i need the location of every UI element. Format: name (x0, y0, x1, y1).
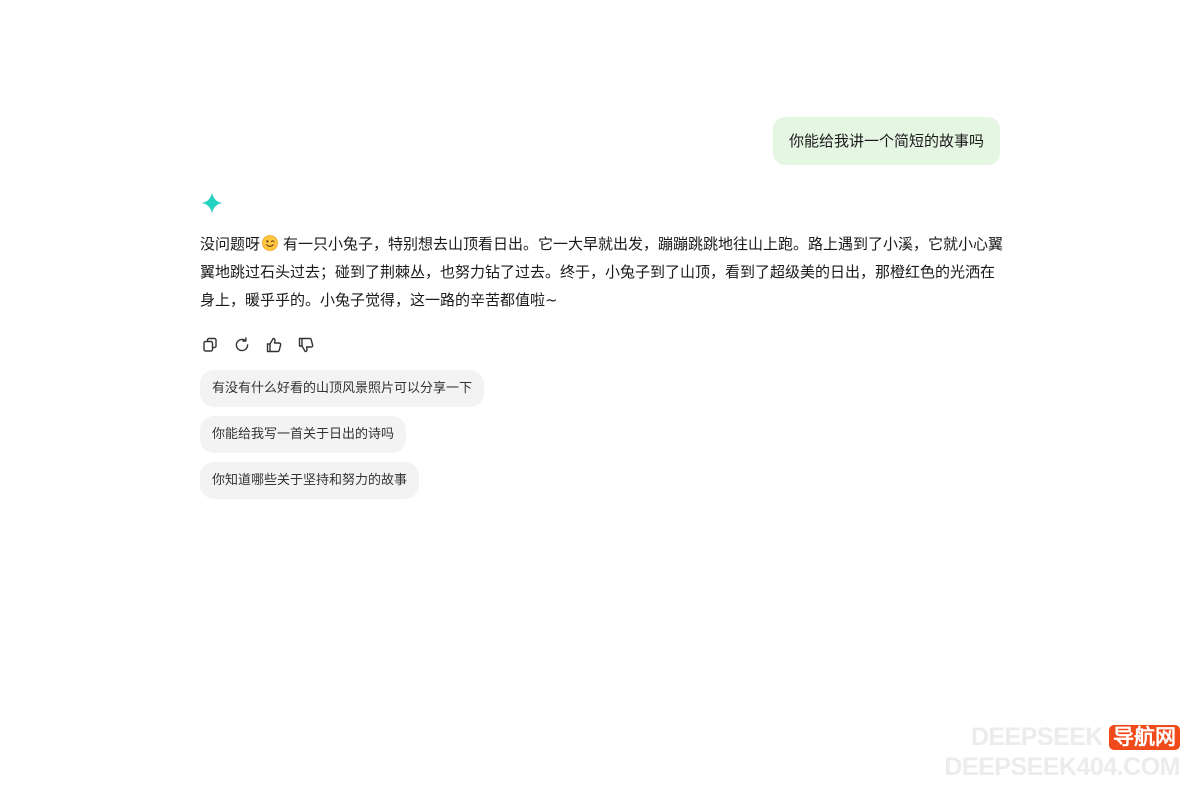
copy-button[interactable] (200, 335, 220, 355)
thumbs-up-icon (266, 337, 282, 353)
suggestion-chip[interactable]: 你知道哪些关于坚持和努力的故事 (200, 462, 420, 499)
assistant-text-intro: 没问题呀 (200, 235, 261, 253)
message-actions (200, 334, 1000, 356)
assistant-message: 没问题呀 有一只小兔子，特别想去山顶看日出。它一大早就出发，蹦蹦跳跳地往山上跑。… (200, 230, 1008, 314)
suggestion-chip[interactable]: 有没有什么好看的山顶风景照片可以分享一下 (200, 370, 485, 407)
chat-thread: 你能给我讲一个简短的故事吗 没问题呀 有一只小兔子，特别想去山顶看日出。它一大早… (200, 117, 1003, 499)
thumbs-down-icon (298, 337, 314, 353)
chat-page: 你能给我讲一个简短的故事吗 没问题呀 有一只小兔子，特别想去山顶看日出。它一大早… (0, 0, 1200, 800)
winking-face-icon (262, 232, 278, 251)
like-button[interactable] (264, 335, 284, 355)
sparkle-icon (200, 191, 224, 215)
refresh-icon (235, 337, 249, 352)
watermark-badge: 导航网 (1109, 724, 1180, 750)
user-message-bubble: 你能给我讲一个简短的故事吗 (772, 117, 1000, 165)
assistant-text-story: 有一只小兔子，特别想去山顶看日出。它一大早就出发，蹦蹦跳跳地往山上跑。路上遇到了… (200, 235, 1004, 309)
suggested-questions: 有没有什么好看的山顶风景照片可以分享一下 你能给我写一首关于日出的诗吗 你知道哪… (200, 370, 1000, 499)
watermark: DEEPSEEK 导航网 DEEPSEEK404.COM (944, 722, 1180, 782)
regenerate-button[interactable] (232, 335, 252, 355)
copy-icon (203, 337, 217, 352)
suggestion-chip[interactable]: 你能给我写一首关于日出的诗吗 (200, 416, 407, 453)
watermark-brand: DEEPSEEK (970, 723, 1104, 751)
dislike-button[interactable] (296, 335, 316, 355)
user-message-row: 你能给我讲一个简短的故事吗 (200, 117, 1000, 165)
watermark-domain: DEEPSEEK404.COM (944, 753, 1180, 781)
